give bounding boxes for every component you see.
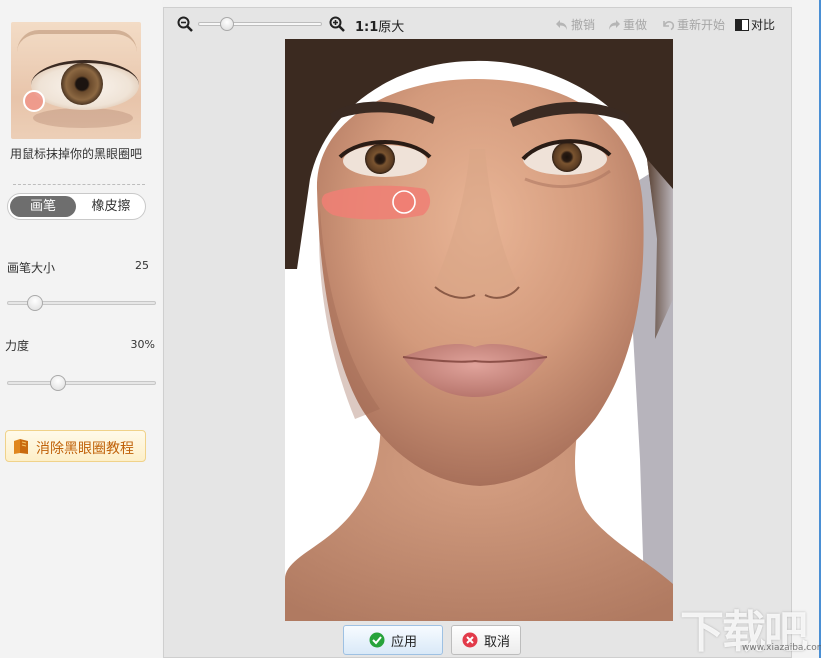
book-icon — [14, 439, 28, 454]
cancel-button-label: 取消 — [483, 634, 510, 650]
brush-cursor — [392, 190, 416, 214]
tutorial-button[interactable]: 消除黑眼圈教程 — [5, 430, 146, 462]
zoom-out-icon[interactable] — [177, 16, 193, 32]
cancel-button[interactable]: 取消 — [451, 625, 521, 655]
brush-size-label: 画笔大小 — [7, 261, 56, 275]
watermark: 下载吧 www.xiazaiba.com — [680, 596, 821, 658]
editor-workspace: 1:1原大 撤销 重做 重新开始 对比 应用 取消 — [163, 7, 792, 658]
check-icon — [369, 632, 385, 648]
original-size-ratio: 1:1 — [355, 20, 379, 35]
brush-size-slider[interactable] — [7, 295, 156, 311]
brush-cursor-demo — [23, 90, 45, 112]
compare-icon — [735, 18, 749, 31]
undo-button[interactable]: 撤销 — [555, 16, 595, 33]
apply-button[interactable]: 应用 — [343, 625, 443, 655]
strength-slider[interactable] — [7, 375, 156, 391]
watermark-url: www.xiazaiba.com — [742, 643, 821, 653]
restart-button[interactable]: 重新开始 — [661, 16, 725, 33]
redo-icon — [609, 19, 620, 30]
redo-button[interactable]: 重做 — [607, 16, 647, 33]
brush-size-value: 25 — [135, 259, 149, 272]
zoom-slider[interactable] — [198, 16, 322, 32]
zoom-slider-thumb[interactable] — [220, 17, 234, 31]
left-panel: 用鼠标抹掉你的黑眼圈吧 画笔 橡皮擦 画笔大小 25 力度 30% 消除黑眼圈教… — [0, 0, 162, 658]
undo-label: 撤销 — [571, 18, 596, 32]
portrait-photo — [285, 39, 673, 621]
eraser-tool-button[interactable]: 橡皮擦 — [78, 196, 144, 217]
strength-value: 30% — [130, 338, 155, 351]
original-size-label: 原大 — [378, 20, 405, 35]
compare-label: 对比 — [751, 18, 776, 32]
close-icon — [462, 632, 478, 648]
undo-icon — [556, 19, 567, 30]
right-edge-panel — [792, 0, 821, 658]
strength-label: 力度 — [5, 339, 30, 353]
instruction-hint: 用鼠标抹掉你的黑眼圈吧 — [9, 147, 142, 161]
brush-tool-button[interactable]: 画笔 — [10, 196, 76, 217]
redo-label: 重做 — [623, 18, 648, 32]
eye-preview-image — [11, 22, 141, 139]
compare-button[interactable]: 对比 — [735, 16, 775, 33]
zoom-in-icon[interactable] — [329, 16, 345, 32]
tutorial-button-label: 消除黑眼圈教程 — [36, 441, 134, 457]
brush-size-slider-thumb[interactable] — [26, 295, 43, 311]
toolbar: 1:1原大 撤销 重做 重新开始 对比 — [164, 8, 791, 40]
original-size-button[interactable]: 1:1原大 — [355, 16, 404, 35]
tool-toggle: 画笔 橡皮擦 — [7, 193, 146, 220]
strength-slider-thumb[interactable] — [49, 375, 66, 391]
divider — [13, 184, 145, 185]
restart-icon — [663, 20, 675, 30]
restart-label: 重新开始 — [677, 18, 726, 32]
photo-canvas[interactable] — [285, 39, 673, 621]
apply-button-label: 应用 — [390, 634, 417, 650]
